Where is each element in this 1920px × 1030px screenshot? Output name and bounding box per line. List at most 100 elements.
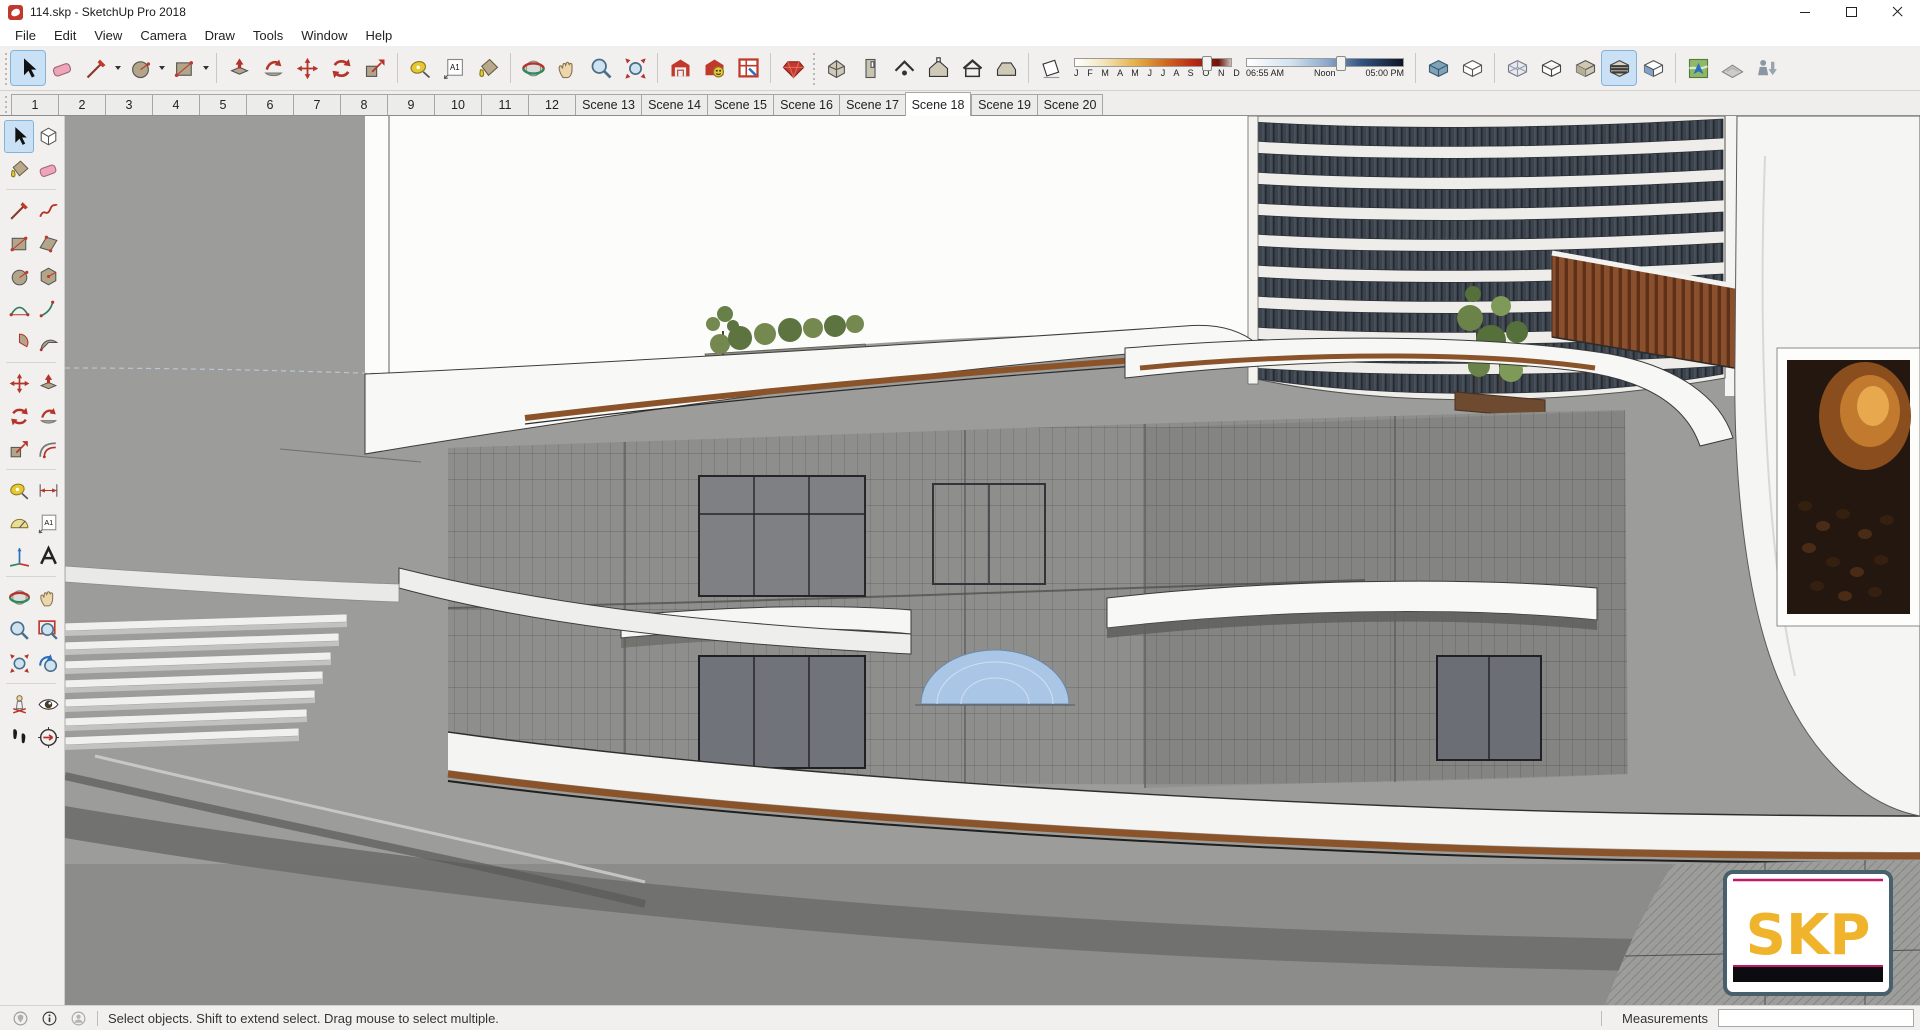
toggle-terrain-button[interactable] [1715, 51, 1749, 85]
shadow-date-handle[interactable] [1201, 56, 1212, 71]
palette-text-tool[interactable] [34, 508, 62, 539]
toolbar-grip[interactable] [4, 51, 9, 85]
palette-rectangle-tool[interactable] [5, 228, 33, 259]
shadow-time-slider[interactable]: 06:55 AM Noon 05:00 PM [1246, 56, 1404, 78]
scene-tab-13[interactable]: Scene 13 [575, 94, 641, 115]
move-tool-button[interactable] [290, 51, 324, 85]
close-button[interactable] [1874, 0, 1920, 24]
style-hidden-line-button[interactable] [1568, 51, 1602, 85]
menu-edit[interactable]: Edit [45, 26, 85, 45]
palette-zoom-extents-tool[interactable] [5, 648, 33, 679]
palette-rotated-rectangle-tool[interactable] [34, 228, 62, 259]
palette-position-camera-tool[interactable] [5, 689, 33, 720]
view-front-button[interactable] [887, 51, 921, 85]
menu-help[interactable]: Help [357, 26, 402, 45]
tape-measure-button[interactable] [403, 51, 437, 85]
palette-orbit-tool[interactable] [5, 582, 33, 613]
tabs-grip[interactable] [4, 95, 9, 113]
palette-zoom-tool[interactable] [5, 615, 33, 646]
shadow-time-handle[interactable] [1336, 56, 1347, 71]
scene-tab-12[interactable]: 12 [528, 94, 575, 115]
line-tool-dropdown[interactable] [113, 51, 123, 85]
arc-tool-dropdown[interactable] [157, 51, 167, 85]
scene-tab-9[interactable]: 9 [387, 94, 434, 115]
scale-tool-button[interactable] [358, 51, 392, 85]
scene-tab-5[interactable]: 5 [199, 94, 246, 115]
shadow-dialog-button[interactable] [1034, 51, 1068, 85]
display-section-cuts-button[interactable] [1455, 51, 1489, 85]
style-wireframe-button[interactable] [1534, 51, 1568, 85]
palette-paint-bucket-tool[interactable] [5, 154, 33, 185]
palette-eraser-tool[interactable] [34, 154, 62, 185]
scene-tab-3[interactable]: 3 [105, 94, 152, 115]
credits-info-icon[interactable] [41, 1010, 58, 1027]
style-xray-button[interactable] [1500, 51, 1534, 85]
palette-polygon-tool[interactable] [34, 261, 62, 292]
view-iso-button[interactable] [819, 51, 853, 85]
scene-tab-7[interactable]: 7 [293, 94, 340, 115]
scene-tab-8[interactable]: 8 [340, 94, 387, 115]
palette-rotate-tool[interactable] [5, 401, 33, 432]
scene-tab-4[interactable]: 4 [152, 94, 199, 115]
palette-line-tool[interactable] [5, 195, 33, 226]
scene-tab-2[interactable]: 2 [58, 94, 105, 115]
palette-make-component-tool[interactable] [34, 121, 62, 152]
scene-tab-1[interactable]: 1 [11, 94, 58, 115]
palette-zoom-window-tool[interactable] [34, 615, 62, 646]
palette-look-around-tool[interactable] [34, 689, 62, 720]
paint-bucket-button[interactable] [471, 51, 505, 85]
view-right-button[interactable] [921, 51, 955, 85]
palette-arc-tool[interactable] [5, 294, 33, 325]
toolbar-grip[interactable] [812, 51, 817, 85]
menu-draw[interactable]: Draw [196, 26, 244, 45]
palette-section-plane-tool[interactable] [34, 722, 62, 753]
palette-followme-tool[interactable] [34, 401, 62, 432]
palette-circle-tool[interactable] [5, 261, 33, 292]
palette-pan-tool[interactable] [34, 582, 62, 613]
palette-3d-text-tool[interactable] [34, 541, 62, 572]
model-viewport[interactable]: SKP [65, 116, 1920, 1005]
minimize-button[interactable] [1782, 0, 1828, 24]
palette-protractor-tool[interactable] [5, 508, 33, 539]
line-tool-button[interactable] [79, 51, 113, 85]
arc-tool-button[interactable] [123, 51, 157, 85]
rectangle-tool-dropdown[interactable] [201, 51, 211, 85]
menu-view[interactable]: View [85, 26, 131, 45]
extension-manager-button[interactable] [776, 51, 810, 85]
menu-tools[interactable]: Tools [244, 26, 292, 45]
pan-tool-button[interactable] [550, 51, 584, 85]
palette-offset-tool[interactable] [34, 434, 62, 465]
view-back-button[interactable] [955, 51, 989, 85]
view-top-button[interactable] [853, 51, 887, 85]
palette-tape-measure-tool[interactable] [5, 475, 33, 506]
palette-select-tool[interactable] [4, 120, 34, 153]
palette-dimension-tool[interactable] [34, 475, 62, 506]
extension-warehouse-button[interactable] [731, 51, 765, 85]
scene-tab-19[interactable]: Scene 19 [971, 94, 1037, 115]
shadow-date-slider[interactable]: J F M A M J J A S O N D [1074, 56, 1240, 78]
photo-textures-button[interactable] [1749, 51, 1783, 85]
add-location-button[interactable] [1681, 51, 1715, 85]
palette-pushpull-tool[interactable] [34, 368, 62, 399]
pushpull-tool-button[interactable] [222, 51, 256, 85]
sign-in-profile-icon[interactable] [70, 1010, 87, 1027]
palette-zoom-previous-tool[interactable] [34, 648, 62, 679]
eraser-tool-button[interactable] [45, 51, 79, 85]
palette-walk-tool[interactable] [5, 722, 33, 753]
orbit-tool-button[interactable] [516, 51, 550, 85]
style-monochrome-button[interactable] [1636, 51, 1670, 85]
palette-axes-tool[interactable] [5, 541, 33, 572]
followme-tool-button[interactable] [256, 51, 290, 85]
view-left-button[interactable] [989, 51, 1023, 85]
rotate-tool-button[interactable] [324, 51, 358, 85]
menu-window[interactable]: Window [292, 26, 356, 45]
select-tool-button[interactable] [10, 50, 46, 86]
zoom-extents-button[interactable] [618, 51, 652, 85]
palette-pie-tool[interactable] [34, 327, 62, 358]
palette-move-tool[interactable] [5, 368, 33, 399]
style-shaded-textures-button[interactable] [1601, 50, 1637, 86]
scene-tab-14[interactable]: Scene 14 [641, 94, 707, 115]
scene-tab-18-active[interactable]: Scene 18 [905, 92, 971, 116]
palette-scale-tool[interactable] [5, 434, 33, 465]
menu-file[interactable]: File [6, 26, 45, 45]
